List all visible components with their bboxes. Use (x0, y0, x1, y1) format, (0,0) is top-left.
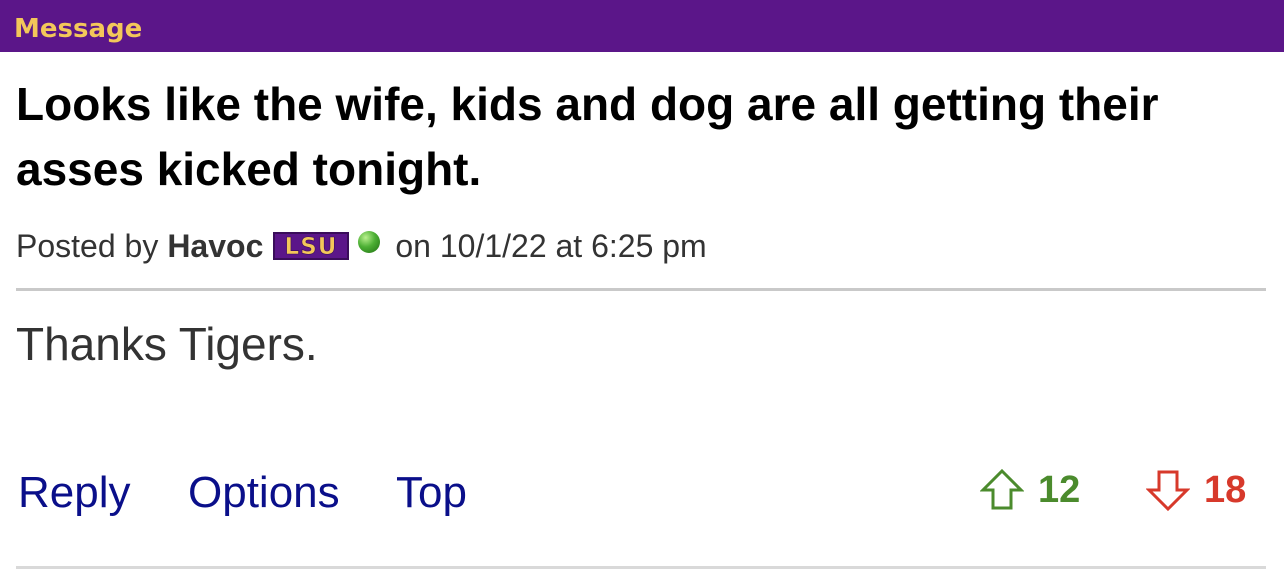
post-title: Looks like the wife, kids and dog are al… (16, 78, 1159, 195)
top-link[interactable]: Top (396, 466, 467, 520)
divider (16, 288, 1266, 291)
badge-text: LSU (285, 234, 338, 260)
bottom-divider (16, 566, 1266, 569)
post-body: Thanks Tigers. (16, 318, 318, 370)
arrow-up-icon (980, 468, 1024, 510)
downvote-button[interactable]: 18 (1146, 466, 1246, 514)
upvote-button[interactable]: 12 (980, 466, 1080, 514)
downvote-count: 18 (1204, 469, 1247, 511)
header-title: Message (14, 14, 143, 44)
post-date: on 10/1/22 at 6:25 pm (395, 228, 707, 264)
options-link[interactable]: Options (188, 466, 340, 520)
byline-prefix: Posted by (16, 228, 159, 264)
message-header-bar: Message (0, 0, 1284, 52)
reply-link[interactable]: Reply (18, 466, 131, 520)
lsu-team-badge-icon: LSU (273, 232, 350, 260)
arrow-down-icon (1146, 470, 1190, 512)
upvote-count: 12 (1038, 469, 1081, 511)
author-name-link[interactable]: Havoc (167, 226, 263, 266)
post-byline: Posted by Havoc LSU on 10/1/22 at 6:25 p… (16, 226, 707, 266)
online-status-icon (358, 231, 381, 253)
